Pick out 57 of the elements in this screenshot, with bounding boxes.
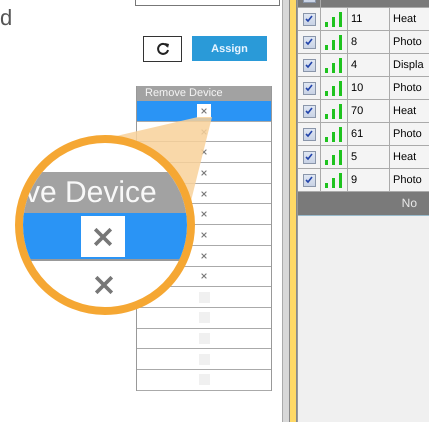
table-cell: 11 [348,8,390,30]
checkbox[interactable] [302,150,316,164]
table-cell: 5 [348,146,390,168]
heading-text: d [0,7,14,29]
table-cell-text: Heat [392,150,418,165]
remove-icon[interactable] [200,230,208,239]
table-cell: 61 [348,123,390,145]
checkbox[interactable] [302,36,316,48]
table-cell-text: Displa [392,58,425,73]
refresh-icon [156,42,170,56]
table-cell-text: Heat [392,12,418,27]
table-cell-text: Photo [392,35,423,50]
table-cell: 10 [348,77,390,99]
table-cell-text: Photo [392,81,423,96]
remove-icon[interactable] [200,148,208,156]
checkmark-icon [305,107,313,115]
assign-button[interactable]: Assign [192,36,267,61]
signal-icon [325,173,343,188]
remove-icon[interactable] [200,252,208,260]
checkmark-icon [305,176,313,184]
signal-icon [325,104,343,119]
checkmark-icon [305,130,313,138]
checkmark-icon [305,15,313,23]
status-bar: No [298,192,429,216]
table-cell: 4 [348,54,390,76]
column-header: Remove Device [137,86,271,101]
checkbox[interactable] [302,82,316,94]
table-cell: 8 [348,31,390,53]
checkbox[interactable] [302,58,316,72]
splitter-bar[interactable] [289,0,297,422]
signal-icon [325,81,343,96]
refresh-button[interactable] [143,36,182,62]
signal-icon [325,58,343,73]
table-cell-text: Photo [392,127,423,142]
checkbox[interactable] [302,128,316,140]
checkbox[interactable] [302,104,316,118]
checkbox[interactable] [302,174,316,186]
remove-icon[interactable] [200,210,208,218]
signal-icon [325,150,343,165]
remove-icon[interactable] [200,106,208,115]
signal-icon [325,127,343,142]
remove-icon[interactable] [200,168,208,177]
checkbox[interactable] [302,12,316,26]
table-cell: 70 [348,100,390,122]
checkmark-icon [305,38,313,46]
remove-icon[interactable] [200,190,208,198]
input-field[interactable] [135,0,280,6]
checkmark-icon [305,61,313,69]
table-cell: 9 [348,169,390,191]
table-row[interactable] [137,101,271,122]
table-cell-text: Heat [392,104,418,119]
remove-icon[interactable] [200,272,208,280]
signal-icon [325,12,343,27]
checkmark-icon [305,84,313,92]
table-cell-text: Photo [392,173,423,188]
checkmark-icon [305,153,313,161]
signal-icon [325,35,343,50]
